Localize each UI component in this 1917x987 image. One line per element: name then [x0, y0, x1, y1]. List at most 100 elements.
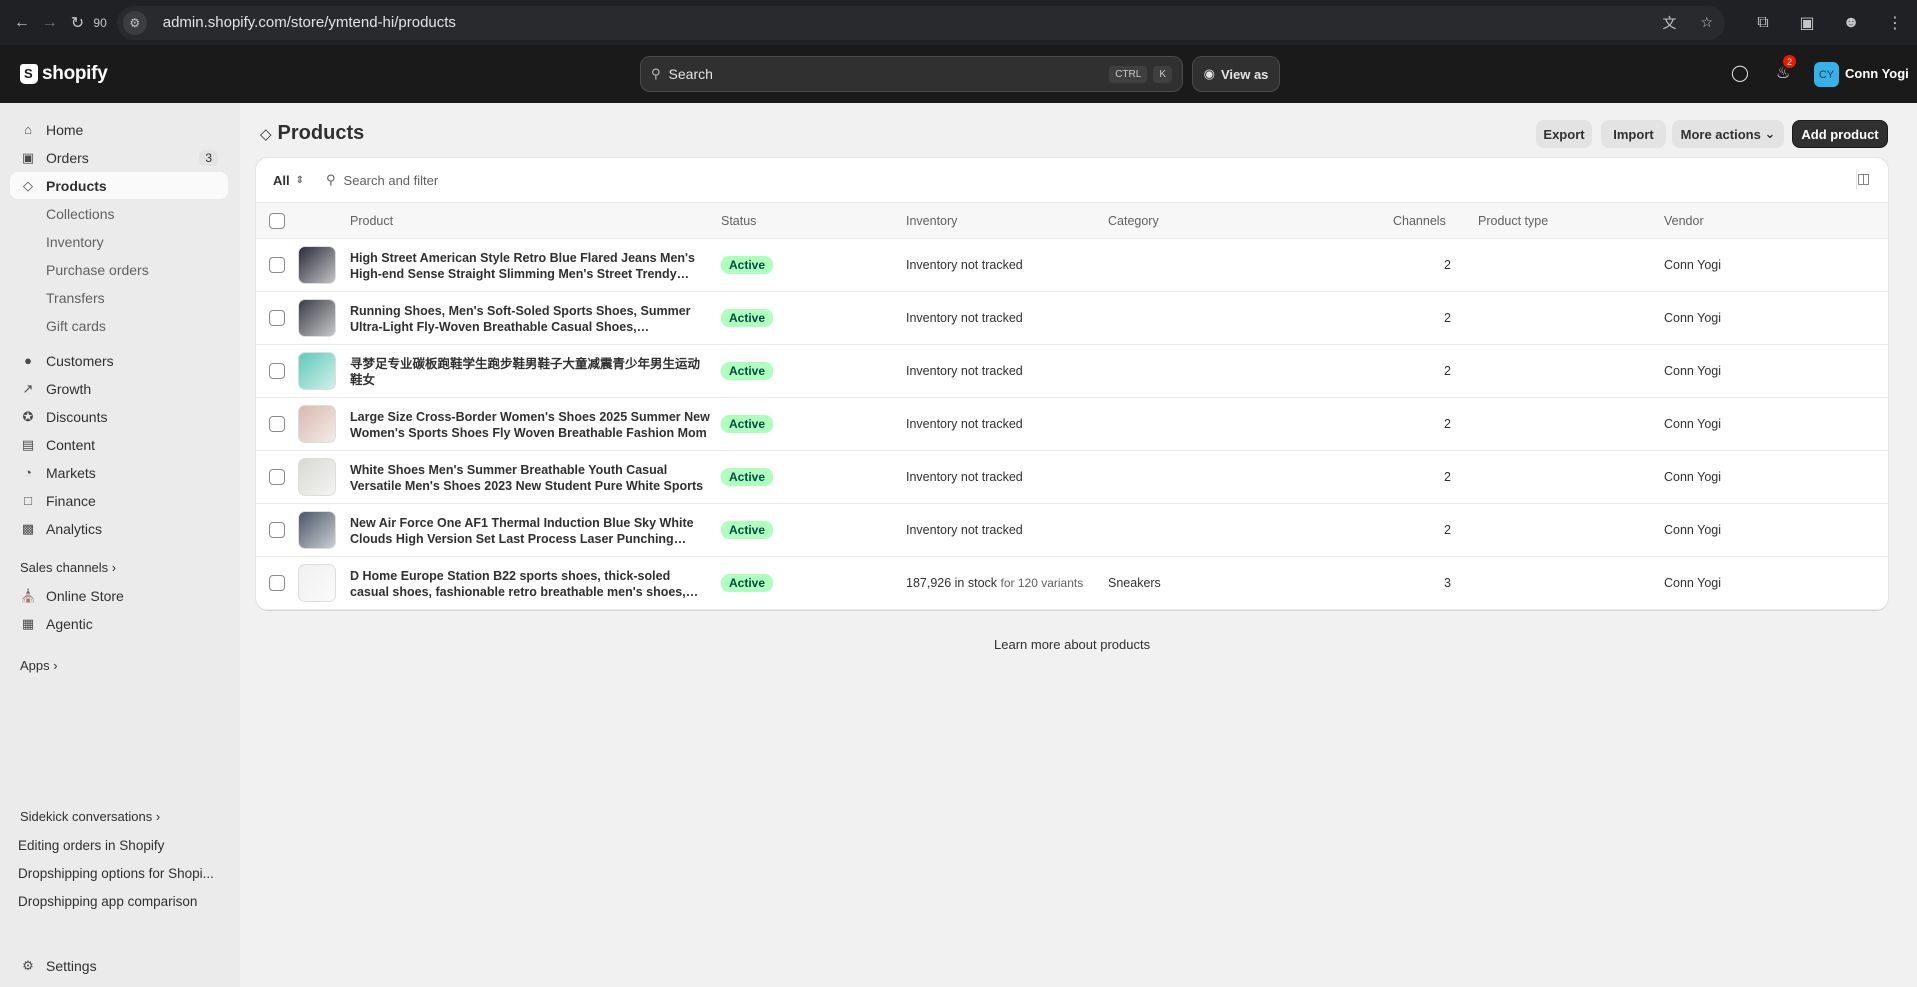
- row-checkbox[interactable]: [269, 257, 285, 273]
- column-header-inventory[interactable]: Inventory: [906, 214, 957, 228]
- sidebar-item-inventory[interactable]: Inventory: [10, 228, 228, 255]
- row-checkbox[interactable]: [269, 469, 285, 485]
- shopify-logo[interactable]: shopify: [20, 63, 108, 85]
- sidebar-item-finance[interactable]: □ Finance: [10, 487, 228, 514]
- translate-icon[interactable]: 文: [1662, 13, 1676, 33]
- sidekick-conversation[interactable]: Dropshipping app comparison: [18, 894, 197, 909]
- table-row[interactable]: High Street American Style Retro Blue Fl…: [256, 239, 1888, 292]
- table-row[interactable]: Large Size Cross-Border Women's Shoes 20…: [256, 398, 1888, 451]
- learn-more-link[interactable]: Learn more about products: [994, 637, 1150, 652]
- global-search[interactable]: ⚲ Search CTRL K: [640, 56, 1183, 92]
- columns-toggle-icon[interactable]: ◫: [1856, 170, 1876, 190]
- sidebar-item-analytics[interactable]: ▩ Analytics: [10, 515, 228, 542]
- reload-icon[interactable]: ↻: [64, 9, 92, 37]
- forward-icon[interactable]: →: [36, 9, 64, 37]
- import-button[interactable]: Import: [1601, 120, 1666, 148]
- sales-channels-header[interactable]: Sales channels ›: [20, 560, 116, 575]
- column-header-category[interactable]: Category: [1108, 214, 1159, 228]
- sidekick-icon[interactable]: ◯: [1731, 63, 1749, 83]
- extensions-icon[interactable]: ⧉: [1749, 9, 1777, 37]
- row-checkbox[interactable]: [269, 522, 285, 538]
- address-bar[interactable]: ⚙ admin.shopify.com/store/ymtend-hi/prod…: [116, 5, 1725, 40]
- zoom-level[interactable]: 90: [93, 16, 106, 30]
- row-checkbox[interactable]: [269, 575, 285, 591]
- avatar[interactable]: CY: [1814, 62, 1839, 87]
- site-info-icon[interactable]: ⚙: [122, 10, 147, 35]
- profile-icon[interactable]: ☻: [1837, 9, 1865, 37]
- sidekick-header[interactable]: Sidekick conversations ›: [20, 809, 160, 824]
- product-thumbnail[interactable]: [298, 564, 336, 602]
- product-thumbnail[interactable]: [298, 352, 336, 390]
- products-table-card: All ⇕ ⚲ Search and filter ◫ Product Status…: [256, 158, 1888, 610]
- sidebar-item-gift-cards[interactable]: Gift cards: [10, 312, 228, 339]
- select-all-checkbox[interactable]: [269, 213, 285, 229]
- row-checkbox[interactable]: [269, 310, 285, 326]
- filter-view-select[interactable]: All ⇕: [273, 173, 304, 188]
- product-name[interactable]: D Home Europe Station B22 sports shoes, …: [350, 568, 710, 600]
- product-thumbnail[interactable]: [298, 458, 336, 496]
- sidebar-item-online-store[interactable]: ⛪ Online Store: [10, 582, 228, 609]
- sidebar-item-label: Home: [46, 121, 84, 138]
- sidebar-item-home[interactable]: ⌂ Home: [10, 116, 228, 143]
- inventory-cell: Inventory not tracked: [906, 523, 1023, 537]
- sidebar-item-discounts[interactable]: ✪ Discounts: [10, 403, 228, 430]
- column-header-status[interactable]: Status: [721, 214, 756, 228]
- table-row[interactable]: 寻梦足专业碳板跑鞋学生跑步鞋男鞋子大童减震青少年男生运动鞋女 Active Inve…: [256, 345, 1888, 398]
- sidekick-conversation[interactable]: Dropshipping options for Shopi...: [18, 866, 214, 881]
- back-icon[interactable]: ←: [8, 9, 36, 37]
- column-header-vendor[interactable]: Vendor: [1664, 214, 1704, 228]
- column-header-product-type[interactable]: Product type: [1478, 214, 1548, 228]
- sidekick-conversation[interactable]: Editing orders in Shopify: [18, 838, 164, 853]
- column-header-product[interactable]: Product: [350, 214, 393, 228]
- sidebar-item-collections[interactable]: Collections: [10, 200, 228, 227]
- status-badge: Active: [721, 468, 774, 486]
- product-name[interactable]: New Air Force One AF1 Thermal Induction …: [350, 515, 710, 547]
- sidebar-item-purchase-orders[interactable]: Purchase orders: [10, 256, 228, 283]
- menu-kebab-icon[interactable]: ⋮: [1881, 9, 1909, 37]
- product-name[interactable]: 寻梦足专业碳板跑鞋学生跑步鞋男鞋子大童减震青少年男生运动鞋女: [350, 356, 710, 388]
- view-as-button[interactable]: ◉ View as: [1192, 56, 1280, 92]
- product-name[interactable]: Large Size Cross-Border Women's Shoes 20…: [350, 409, 710, 441]
- vendor-cell: Conn Yogi: [1664, 417, 1722, 431]
- table-row[interactable]: D Home Europe Station B22 sports shoes, …: [256, 557, 1888, 610]
- sidebar-item-orders[interactable]: ▣ Orders 3: [10, 144, 228, 171]
- apps-header[interactable]: Apps ›: [20, 658, 58, 673]
- export-button[interactable]: Export: [1536, 120, 1592, 148]
- table-row[interactable]: White Shoes Men's Summer Breathable Yout…: [256, 451, 1888, 504]
- sidebar-item-settings[interactable]: ⚙ Settings: [10, 952, 228, 979]
- product-name[interactable]: High Street American Style Retro Blue Fl…: [350, 250, 710, 282]
- bookmark-star-icon[interactable]: ☆: [1700, 14, 1713, 31]
- sidebar-item-customers[interactable]: ● Customers: [10, 347, 228, 374]
- user-name[interactable]: Conn Yogi: [1845, 66, 1909, 81]
- add-product-button[interactable]: Add product: [1792, 120, 1888, 148]
- sidebar-item-growth[interactable]: ↗ Growth: [10, 375, 228, 402]
- agentic-icon: ▦: [21, 615, 35, 631]
- table-row[interactable]: New Air Force One AF1 Thermal Induction …: [256, 504, 1888, 557]
- sidebar-item-agentic[interactable]: ▦ Agentic: [10, 610, 228, 637]
- row-checkbox[interactable]: [269, 416, 285, 432]
- filter-all-label: All: [273, 172, 290, 188]
- orders-count-badge: 3: [199, 149, 218, 166]
- product-thumbnail[interactable]: [298, 246, 336, 284]
- status-badge: Active: [721, 256, 774, 274]
- product-name[interactable]: Running Shoes, Men's Soft-Soled Sports S…: [350, 303, 710, 335]
- cast-icon[interactable]: ▣: [1793, 9, 1821, 37]
- logo-text: shopify: [42, 63, 108, 84]
- sidebar-item-transfers[interactable]: Transfers: [10, 284, 228, 311]
- column-header-channels[interactable]: Channels: [1393, 214, 1446, 228]
- product-name[interactable]: White Shoes Men's Summer Breathable Yout…: [350, 462, 710, 494]
- sidebar-item-markets[interactable]: ◔ Markets: [10, 459, 228, 486]
- shopify-bag-icon: [20, 64, 38, 84]
- sidebar-item-content[interactable]: ▤ Content: [10, 431, 228, 458]
- product-thumbnail[interactable]: [298, 405, 336, 443]
- sidebar-item-products[interactable]: ◇ Products: [10, 172, 228, 199]
- row-checkbox[interactable]: [269, 363, 285, 379]
- eye-icon: ◉: [1203, 66, 1215, 81]
- product-thumbnail[interactable]: [298, 511, 336, 549]
- product-thumbnail[interactable]: [298, 299, 336, 337]
- more-actions-button[interactable]: More actions ⌄: [1672, 120, 1784, 148]
- url-text[interactable]: admin.shopify.com/store/ymtend-hi/produc…: [163, 14, 1651, 31]
- search-filter-input[interactable]: ⚲ Search and filter: [326, 172, 438, 188]
- table-row[interactable]: Running Shoes, Men's Soft-Soled Sports S…: [256, 292, 1888, 345]
- orders-icon: ▣: [21, 149, 35, 165]
